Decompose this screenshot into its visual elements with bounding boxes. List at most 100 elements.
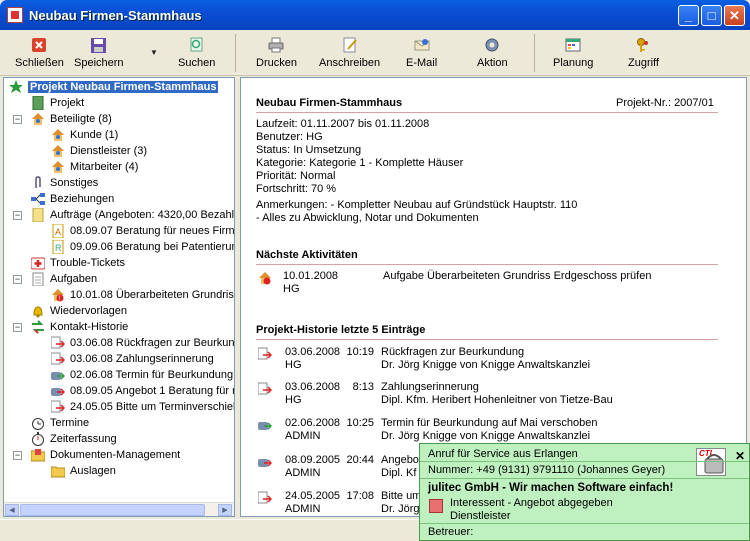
history-user: ADMIN (285, 467, 321, 479)
history-contact[interactable]: Dr. Jörg Knigge von Knigge Anwaltskanzle… (381, 430, 590, 442)
svg-text:!: ! (59, 296, 61, 303)
tree-item-wiedervorlagen[interactable]: Wiedervorlagen (30, 303, 127, 319)
people-house-icon (50, 144, 66, 158)
history-date: 02.06.2008 (285, 417, 341, 429)
tree-label: Dokumenten-Management (50, 449, 181, 461)
tree-horizontal-scrollbar[interactable]: ◀ ▶ (4, 502, 234, 516)
tree-label: Beteiligte (8) (50, 113, 112, 125)
order-r-icon: R (50, 240, 66, 254)
tree-item-beteiligte[interactable]: Beteiligte (8) (30, 111, 112, 127)
tree-item-aufgaben[interactable]: Aufgaben (30, 271, 97, 287)
tree-item-auftraege[interactable]: Aufträge (Angeboten: 4320,00 Bezahlt: (30, 207, 235, 223)
collapse-toggle[interactable]: − (13, 115, 22, 124)
tree-item-aufgabe-1[interactable]: ! 10.01.08 Überarbeiteten Grundriss (50, 287, 235, 303)
tree-label: Sonstiges (50, 177, 99, 189)
status: Status: In Umsetzung (256, 144, 362, 156)
activity-date[interactable]: 10.01.2008 (283, 270, 338, 282)
history-contact[interactable]: Dr. Jörg Knigge von Knigge Anwaltskanzle… (381, 359, 590, 371)
tree-item-mitarbeiter[interactable]: Mitarbeiter (4) (50, 159, 138, 175)
history-subject[interactable]: Bitte um (381, 490, 421, 502)
tree-item-kontakt-2[interactable]: 03.06.08 Zahlungserinnerung (50, 351, 214, 367)
tree-label: Aufträge (Angeboten: 4320,00 Bezahlt: (50, 209, 235, 221)
collapse-toggle[interactable]: − (13, 451, 22, 460)
history-contact[interactable]: Dipl. Kfm. Heribert Hohenleitner von Tie… (381, 394, 613, 406)
anmerkungen-line-1: Anmerkungen: - Kompletter Neubau auf Grü… (256, 199, 578, 211)
activity-text[interactable]: Aufgabe Überarbeiteten Grundriss Erdgesc… (383, 270, 651, 282)
navigation-tree[interactable]: Projekt Neubau Firmen-Stammhaus Projekt … (3, 77, 235, 517)
tree-label: Dienstleister (3) (70, 145, 148, 157)
history-subject[interactable]: Angebot (381, 454, 422, 466)
tree-item-kontakt-4[interactable]: 08.09.05 Angebot 1 Beratung für n (50, 383, 234, 399)
tree-item-kontakt-5[interactable]: 24.05.05 Bitte um Terminverschiebu (50, 399, 234, 415)
history-subject[interactable]: Termin für Beurkundung auf Mai verschobe… (381, 417, 597, 429)
history-header: Projekt-Historie letzte 5 Einträge (256, 324, 426, 336)
anschreiben-button[interactable]: Anschreiben (319, 36, 380, 69)
suchen-button[interactable]: Suchen (178, 36, 215, 69)
tree-item-kunde[interactable]: Kunde (1) (50, 127, 118, 143)
history-contact[interactable]: Dr. Jörg (381, 503, 420, 515)
incoming-call-popup[interactable]: Anruf für Service aus Erlangen CTI ✕ Num… (419, 443, 750, 541)
tree-item-auftrag-1[interactable]: A 08.09.07 Beratung für neues Firmen (50, 223, 234, 239)
caller-company[interactable]: julitec GmbH - Wir machen Software einfa… (428, 482, 673, 494)
tree-item-beziehungen[interactable]: Beziehungen (30, 191, 114, 207)
scroll-left-icon[interactable]: ◀ (5, 504, 19, 516)
speichern-button[interactable]: Speichern (74, 36, 124, 69)
tree-item-kontakt-1[interactable]: 03.06.08 Rückfragen zur Beurkundung (50, 335, 235, 351)
scroll-right-icon[interactable]: ▶ (218, 504, 232, 516)
close-window-button[interactable]: ✕ (724, 5, 745, 26)
tree-item-kontakt-historie[interactable]: Kontakt-Historie (30, 319, 128, 335)
tree-item-sonstiges[interactable]: Sonstiges (30, 175, 98, 191)
tree-item-kontakt-3[interactable]: 02.06.08 Termin für Beurkundung auf (50, 367, 235, 383)
zugriff-label: Zugriff (628, 57, 659, 69)
zugriff-button[interactable]: Zugriff (628, 36, 659, 69)
tree-item-dokumenten-management[interactable]: Dokumenten-Management (30, 447, 180, 463)
tree-label: Kontakt-Historie (50, 321, 129, 333)
bell-icon (30, 304, 46, 318)
benutzer: Benutzer: HG (256, 131, 323, 143)
history-subject[interactable]: Rückfragen zur Beurkundung (381, 346, 524, 358)
tree-label: 10.01.08 Überarbeiteten Grundriss (70, 289, 235, 301)
history-subject[interactable]: Zahlungserinnerung (381, 381, 479, 393)
project-number: Projekt-Nr.: 2007/01 (616, 97, 714, 109)
schliessen-button[interactable]: Schließen (15, 36, 64, 69)
svg-text:A: A (55, 227, 61, 237)
tree-item-dienstleister[interactable]: Dienstleister (3) (50, 143, 147, 159)
aktion-label: Aktion (477, 57, 508, 69)
collapse-toggle[interactable]: − (13, 323, 22, 332)
tree-item-auslagen[interactable]: Auslagen (50, 463, 116, 479)
tree-item-termine[interactable]: Termine (30, 415, 89, 431)
tree-label: 03.06.08 Rückfragen zur Beurkundung (70, 337, 235, 349)
tree-root-label: Projekt Neubau Firmen-Stammhaus (28, 81, 219, 93)
collapse-toggle[interactable]: − (13, 211, 22, 220)
tree-label: Aufgaben (50, 273, 98, 285)
project-title: Neubau Firmen-Stammhaus (256, 97, 403, 109)
call-title: Anruf für Service aus Erlangen (428, 448, 578, 460)
notepad-icon (30, 272, 46, 286)
tree-item-auftrag-2[interactable]: R 09.09.06 Beratung bei Patentierung (50, 239, 234, 255)
scroll-thumb[interactable] (20, 504, 205, 516)
tree-item-trouble-tickets[interactable]: Trouble-Tickets (30, 255, 125, 271)
collapse-toggle[interactable]: − (13, 275, 22, 284)
history-user: HG (285, 359, 302, 371)
speichern-dropdown-icon[interactable]: ▼ (150, 48, 158, 57)
tree-item-zeiterfassung[interactable]: Zeiterfassung (30, 431, 117, 447)
aktion-button[interactable]: Aktion (477, 36, 508, 69)
minimize-button[interactable]: _ (678, 5, 699, 26)
history-time: 10:19 (346, 346, 374, 358)
exchange-arrows-icon (30, 320, 46, 334)
email-button[interactable]: E-Mail (406, 36, 437, 69)
history-contact[interactable]: Dipl. Kf (381, 467, 416, 479)
tree-item-projekt[interactable]: Projekt (30, 95, 84, 111)
folder-docs-icon (30, 448, 46, 462)
maximize-button[interactable]: □ (701, 5, 722, 26)
history-date: 03.06.2008 (285, 346, 341, 358)
drucken-button[interactable]: Drucken (256, 36, 297, 69)
order-a-icon: A (50, 224, 66, 238)
history-time: 20:44 (346, 454, 374, 466)
cti-phone-icon: CTI (696, 448, 726, 476)
planung-button[interactable]: Planung (553, 36, 593, 69)
schliessen-label: Schließen (15, 57, 64, 69)
tree-root[interactable]: Projekt Neubau Firmen-Stammhaus (8, 79, 219, 95)
tree-label: 02.06.08 Termin für Beurkundung auf (70, 369, 235, 381)
tree-label: Auslagen (70, 465, 116, 477)
